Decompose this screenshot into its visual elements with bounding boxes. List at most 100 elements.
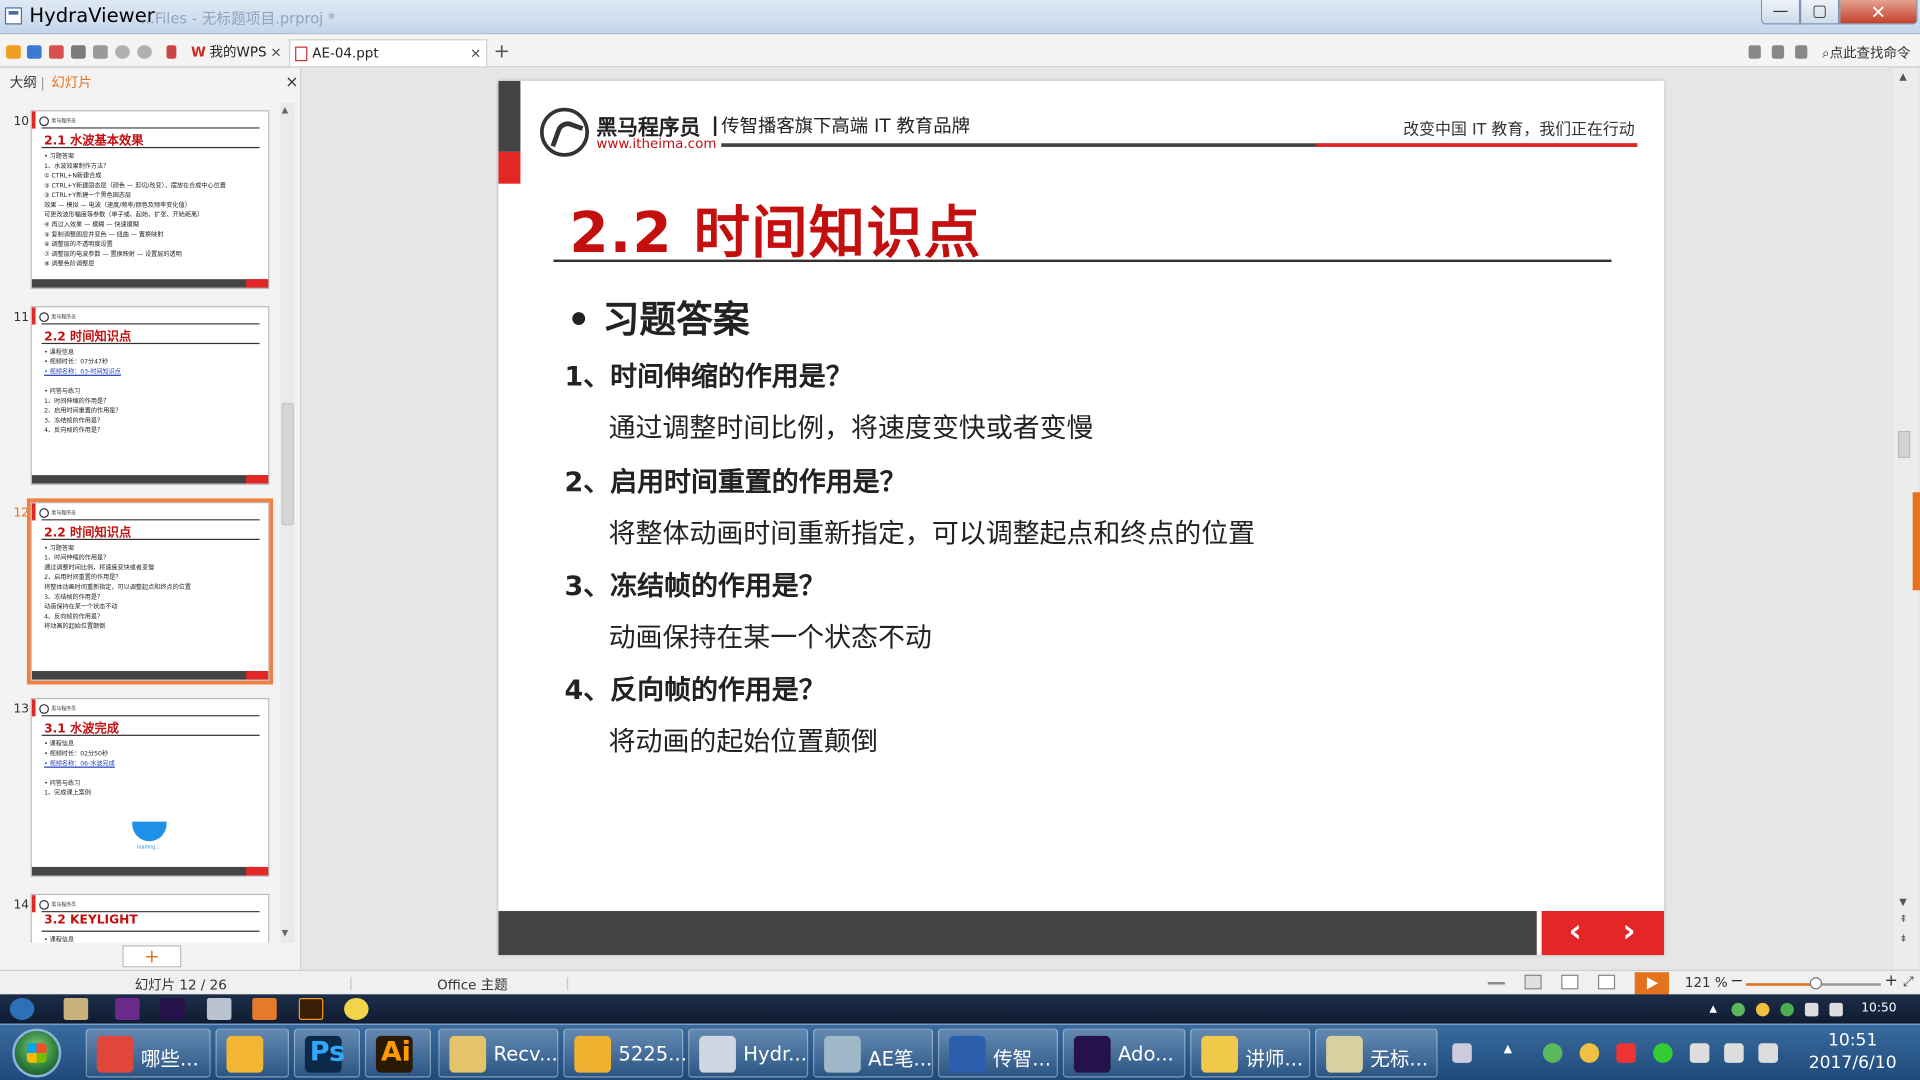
tab-ae-04[interactable]: AE-04.ppt × bbox=[288, 39, 488, 67]
slide-thumbnail-13[interactable]: 黑马程序员 3.1 水波完成 • 课程信息 • 视频时长：02分50秒 • 视频名称：0… bbox=[30, 697, 270, 877]
security-tray-icon[interactable] bbox=[1653, 1043, 1673, 1063]
brand-tagline: 改变中国 IT 教育，我们正在行动 bbox=[1403, 121, 1635, 140]
taskbar-button[interactable]: Hydr... bbox=[688, 1028, 809, 1078]
volume-tray-icon[interactable] bbox=[1829, 1002, 1843, 1017]
next-arrow-icon[interactable]: › bbox=[1622, 913, 1635, 950]
tray-expand-icon[interactable]: ▲ bbox=[1504, 1043, 1524, 1063]
network-tray-icon[interactable] bbox=[1731, 1002, 1745, 1017]
close-button[interactable]: ✕ bbox=[1839, 0, 1918, 25]
scrollbar-thumb[interactable] bbox=[281, 402, 294, 526]
chat-tray-icon[interactable] bbox=[1579, 1043, 1600, 1063]
adobe-tray-icon[interactable] bbox=[1616, 1043, 1636, 1063]
normal-view-icon[interactable] bbox=[1524, 974, 1542, 990]
slide-thumbnail-10[interactable]: 黑马程序员 2.1 水波基本效果 • 习题答案 1、水波效果制作方法？ ① CTRL+… bbox=[30, 110, 270, 289]
tab-close-icon[interactable]: × bbox=[470, 40, 481, 67]
tab-slides[interactable]: 幻灯片 bbox=[51, 69, 91, 98]
status-bar: 幻灯片 12 / 26 Office 主题 121 % − + ⤢ bbox=[0, 969, 1920, 995]
network-tray-icon[interactable] bbox=[1689, 1043, 1710, 1063]
zoom-in-button[interactable]: + bbox=[1885, 972, 1898, 990]
dropdown-icon[interactable] bbox=[166, 45, 177, 59]
taskbar-button[interactable]: Ado... bbox=[1062, 1028, 1186, 1078]
feedback-icon[interactable] bbox=[1795, 45, 1808, 59]
thumbnail-brand: 黑马程序员 bbox=[39, 312, 75, 322]
windows-logo-icon[interactable] bbox=[9, 997, 35, 1021]
security-tray-icon[interactable] bbox=[1780, 1002, 1794, 1017]
keyboard-icon[interactable] bbox=[1452, 1043, 1472, 1063]
thumbnail-line: • 课程信息 bbox=[44, 936, 75, 943]
share-icon[interactable] bbox=[1771, 45, 1785, 59]
power-tray-icon[interactable] bbox=[1724, 1043, 1744, 1063]
editor-scrollbar[interactable]: ▲ ▼ ⇞ ⇟ bbox=[1893, 68, 1920, 970]
slideshow-play-button[interactable] bbox=[1634, 972, 1669, 995]
explorer-icon[interactable] bbox=[63, 997, 89, 1021]
messenger-icon[interactable] bbox=[344, 997, 369, 1021]
thumbnail-scrollbar[interactable]: ▲ ▼ bbox=[280, 102, 296, 943]
taskbar-button[interactable]: Ai bbox=[364, 1028, 432, 1078]
header-rule-accent bbox=[1316, 143, 1638, 147]
start-button[interactable] bbox=[12, 1028, 62, 1078]
command-search[interactable]: ⌕点此查找命令 bbox=[1822, 43, 1910, 63]
slide-thumbnail-11[interactable]: 黑马程序员 2.2 时间知识点 • 课程信息 • 视频时长：07分47秒 • 视频名称：… bbox=[30, 306, 270, 485]
notes-icon[interactable] bbox=[1487, 982, 1505, 985]
taskbar-button[interactable]: 哪些... bbox=[85, 1028, 211, 1078]
taskbar-button[interactable] bbox=[215, 1028, 289, 1078]
taskbar-button[interactable]: AE笔... bbox=[813, 1028, 934, 1078]
tab-outline[interactable]: 大纲 bbox=[10, 69, 37, 98]
tray-expand-icon[interactable]: ▲ bbox=[1709, 1003, 1722, 1016]
scroll-up-icon[interactable]: ▲ bbox=[1899, 71, 1907, 82]
export-pdf-icon[interactable] bbox=[48, 45, 64, 59]
maximize-button[interactable]: ▢ bbox=[1800, 0, 1840, 25]
taskbar-button[interactable]: Ps bbox=[293, 1028, 361, 1078]
display-tray-icon[interactable] bbox=[1804, 1002, 1819, 1017]
tab-my-wps[interactable]: W 我的WPS × bbox=[191, 39, 287, 66]
scroll-down-icon[interactable]: ▼ bbox=[282, 928, 289, 938]
zoom-level[interactable]: 121 % bbox=[1685, 975, 1728, 991]
taskbar-button[interactable]: 无标... bbox=[1315, 1028, 1438, 1078]
fit-window-icon[interactable]: ⤢ bbox=[1903, 973, 1914, 990]
panel-close-icon[interactable]: × bbox=[285, 69, 298, 98]
scrollbar-thumb[interactable] bbox=[1897, 431, 1911, 458]
tray-clock[interactable]: 10:50 bbox=[1861, 1002, 1896, 1015]
new-tab-button[interactable]: + bbox=[493, 39, 509, 62]
zoom-slider-knob[interactable] bbox=[1809, 977, 1823, 990]
skin-icon[interactable] bbox=[1748, 45, 1761, 59]
illustrator-icon[interactable] bbox=[298, 997, 324, 1021]
tab-close-icon[interactable]: × bbox=[270, 39, 281, 66]
reading-view-icon[interactable] bbox=[1597, 974, 1616, 990]
next-slide-icon[interactable]: ⇟ bbox=[1899, 933, 1907, 944]
taskbar-button[interactable]: 讲师... bbox=[1190, 1028, 1311, 1078]
add-slide-button[interactable]: + bbox=[122, 945, 182, 968]
taskbar-button[interactable]: 5225... bbox=[563, 1028, 687, 1078]
save-icon[interactable] bbox=[26, 45, 42, 59]
premiere-pro-icon[interactable] bbox=[115, 997, 140, 1021]
globe-tray-icon[interactable] bbox=[1542, 1043, 1563, 1063]
thumbnail-title: 3.2 KEYLIGHT bbox=[44, 913, 138, 927]
print-icon[interactable] bbox=[71, 45, 86, 59]
taskbar-button[interactable]: 传智... bbox=[937, 1028, 1058, 1078]
slide-sorter-icon[interactable] bbox=[1561, 974, 1579, 990]
system-clock[interactable]: 10:51 2017/6/10 bbox=[1798, 1030, 1908, 1074]
scroll-down-icon[interactable]: ▼ bbox=[1899, 896, 1907, 907]
taskbar-button[interactable]: Recv... bbox=[438, 1028, 559, 1078]
side-panel-toggle[interactable] bbox=[1912, 492, 1920, 591]
taskbar-app-icon bbox=[226, 1035, 264, 1073]
redo-icon[interactable] bbox=[137, 45, 152, 59]
minimize-button[interactable]: — bbox=[1760, 0, 1801, 25]
slide-thumbnail-14[interactable]: 黑马程序员 3.2 KEYLIGHT • 课程信息 bbox=[30, 893, 270, 943]
current-slide[interactable]: 黑马程序员 www.itheima.com 传智播客旗下高端 IT 教育品牌 改… bbox=[498, 80, 1665, 956]
taskbar-app-icon bbox=[948, 1035, 986, 1073]
thumbnail-title-rule bbox=[41, 930, 260, 932]
wps-presentation-icon[interactable] bbox=[252, 997, 277, 1021]
after-effects-icon[interactable] bbox=[160, 997, 185, 1021]
chat-tray-icon[interactable] bbox=[1755, 1002, 1770, 1017]
print-preview-icon[interactable] bbox=[93, 45, 108, 59]
scroll-up-icon[interactable]: ▲ bbox=[282, 105, 289, 115]
undo-icon[interactable] bbox=[115, 45, 130, 59]
prev-arrow-icon[interactable]: ‹ bbox=[1569, 913, 1582, 950]
zoom-out-button[interactable]: − bbox=[1730, 972, 1743, 990]
slide-thumbnail-12[interactable]: 黑马程序员 2.2 时间知识点 • 习题答案 1、时间伸缩的作用是？ 通过调整时间比例… bbox=[26, 498, 274, 685]
volume-tray-icon[interactable] bbox=[1758, 1043, 1778, 1063]
prev-slide-icon[interactable]: ⇞ bbox=[1899, 913, 1907, 924]
notepad-icon[interactable] bbox=[206, 997, 232, 1021]
open-folder-icon[interactable] bbox=[6, 45, 21, 59]
